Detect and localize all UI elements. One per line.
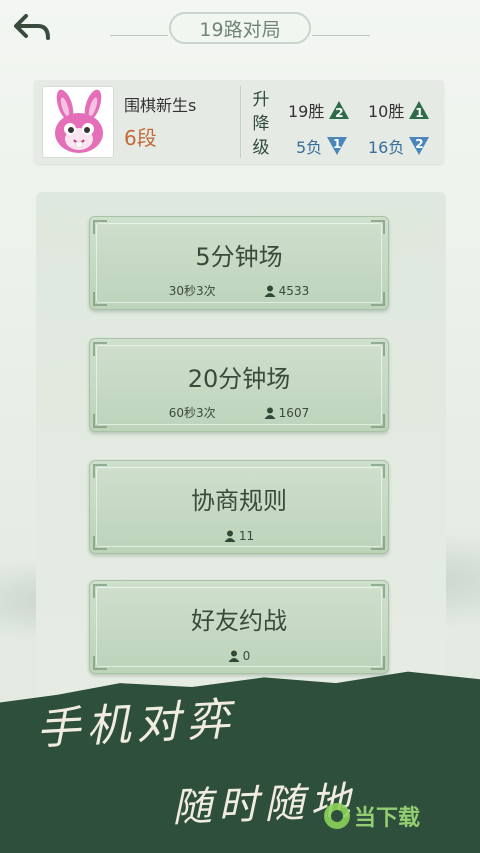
profile-card: 围棋新生s 6段 升 降 级 19胜 2 10胜 1 5负 1 16负 2: [34, 80, 444, 164]
person-icon: [264, 407, 276, 419]
player-rank: 6段: [124, 126, 157, 150]
promotion-label-char: 降: [252, 114, 270, 134]
player-count: 1607: [264, 404, 310, 421]
mode-meta: 11: [90, 529, 388, 543]
frame-corner: [371, 584, 385, 598]
player-count-value: 1607: [278, 405, 310, 420]
stat-demote-loss-16: 16负 2: [368, 134, 430, 158]
mode-meta: 0: [90, 649, 388, 663]
frame-corner: [371, 220, 385, 234]
stat-badge: 2: [415, 137, 424, 151]
promotion-label-char: 升: [252, 90, 270, 110]
title-line-left: [110, 35, 168, 36]
down-triangle-icon: 2: [408, 136, 430, 156]
frame-corner: [93, 584, 107, 598]
bunny-avatar-icon: [55, 89, 103, 153]
watermark: 当下载: [324, 800, 420, 832]
mode-rule: 30秒3次: [168, 284, 216, 298]
mode-label: 20分钟场: [187, 365, 291, 393]
player-count: 11: [224, 529, 254, 543]
stat-text: 19胜: [288, 102, 325, 121]
stat-promote-win-10: 10胜 1: [368, 98, 430, 122]
stat-badge: 1: [333, 137, 342, 151]
watermark-text: 当下载: [354, 806, 421, 831]
player-count-value: 11: [238, 529, 255, 543]
mode-meta: 30秒3次 4533: [90, 282, 388, 299]
person-icon: [264, 285, 276, 297]
player-count: 0: [228, 649, 251, 663]
up-triangle-icon: 2: [328, 100, 350, 120]
stat-text: 5负: [296, 138, 323, 157]
up-triangle-icon: 1: [408, 100, 430, 120]
promotion-label: 升 降 级: [248, 88, 274, 160]
stat-badge: 2: [335, 106, 344, 120]
person-icon: [228, 650, 240, 662]
page-title: 19路对局: [169, 12, 311, 44]
title-bar: 19路对局: [0, 8, 480, 48]
down-triangle-icon: 1: [326, 136, 348, 156]
player-count: 4533: [264, 282, 310, 299]
player-name: 围棋新生s: [124, 96, 197, 115]
profile-divider: [240, 86, 241, 158]
title-line-right: [312, 35, 370, 36]
banner-slogan-line1: 手机对弈: [35, 693, 238, 756]
promotion-label-char: 级: [252, 138, 270, 158]
mode-label: 5分钟场: [195, 243, 283, 271]
stat-text: 16负: [368, 138, 405, 157]
stat-badge: 1: [415, 106, 424, 120]
frame-corner: [93, 464, 107, 478]
stat-text: 10胜: [368, 102, 405, 121]
frame-corner: [371, 342, 385, 356]
frame-corner: [371, 464, 385, 478]
stat-demote-loss-5: 5负 1: [296, 134, 348, 158]
mode-button-20min[interactable]: 20分钟场 60秒3次 1607: [89, 338, 389, 432]
mode-button-friend-match[interactable]: 好友约战 0: [89, 580, 389, 674]
watermark-logo-icon: [324, 803, 350, 829]
player-count-value: 4533: [278, 283, 310, 298]
stat-promote-win-19: 19胜 2: [288, 98, 350, 122]
mode-button-negotiated-rules[interactable]: 协商规则 11: [89, 460, 389, 554]
mode-button-5min[interactable]: 5分钟场 30秒3次 4533: [89, 216, 389, 310]
frame-corner: [93, 220, 107, 234]
avatar[interactable]: [42, 86, 114, 158]
frame-corner: [93, 342, 107, 356]
mode-meta: 60秒3次 1607: [90, 404, 388, 421]
person-icon: [224, 530, 236, 542]
mode-rule: 60秒3次: [168, 406, 216, 420]
mode-label: 好友约战: [191, 607, 287, 635]
mode-label: 协商规则: [191, 487, 287, 515]
player-count-value: 0: [242, 649, 251, 663]
